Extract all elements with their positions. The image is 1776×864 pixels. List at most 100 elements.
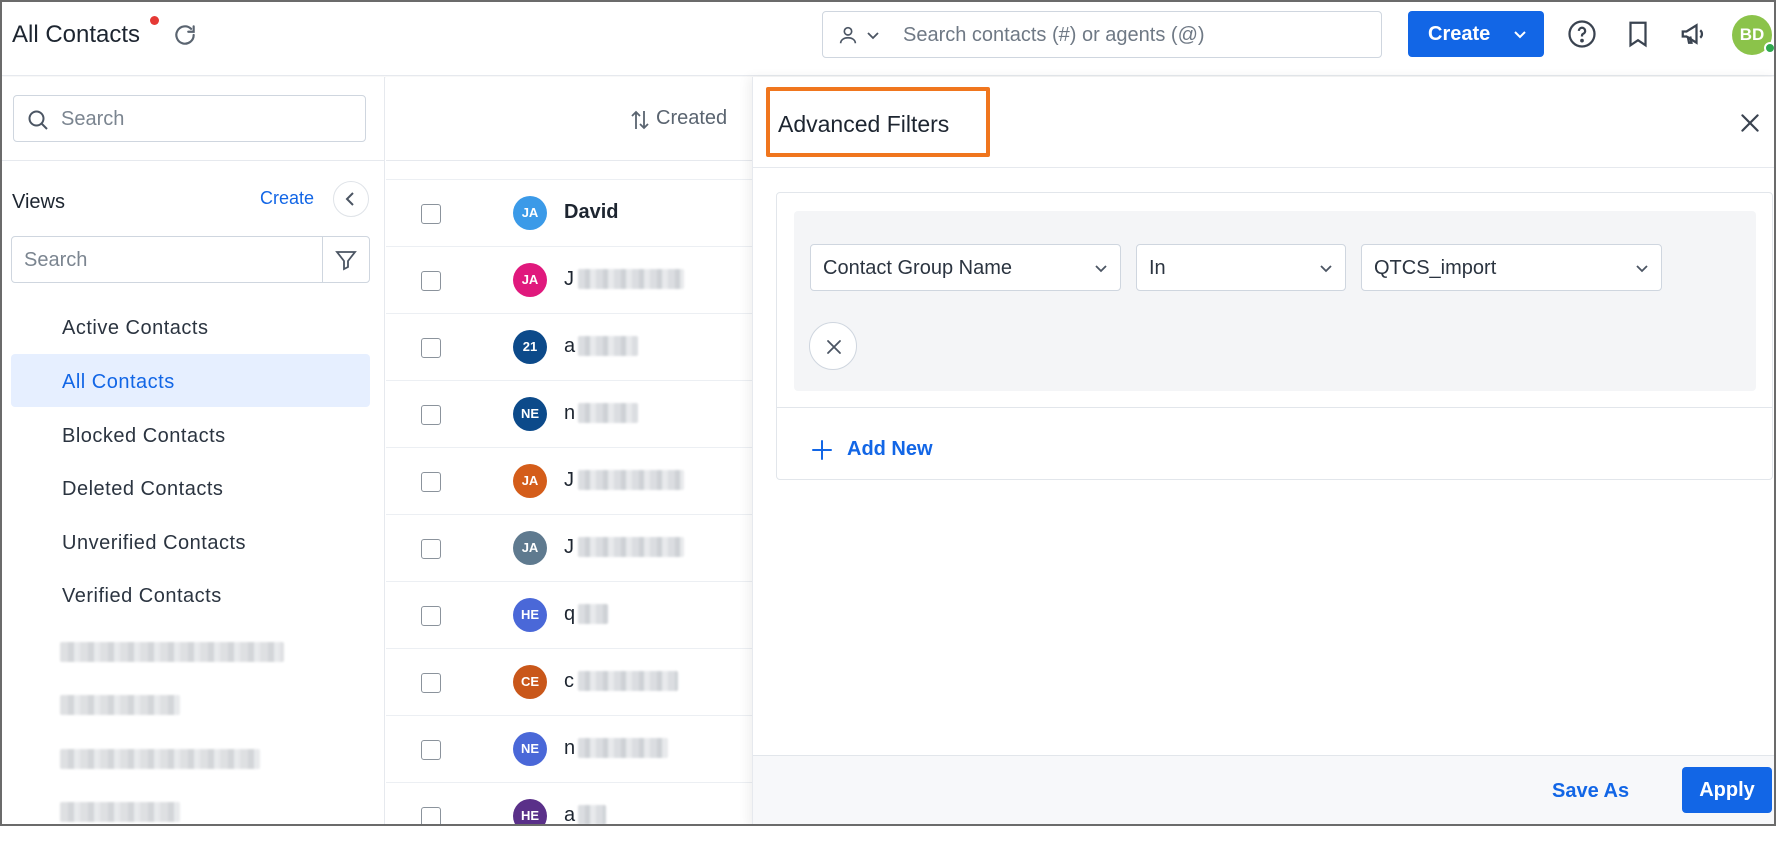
row-checkbox[interactable] xyxy=(421,673,441,693)
filter-value-text: QTCS_import xyxy=(1374,257,1497,279)
filter-operator-value: In xyxy=(1149,257,1166,279)
contact-row[interactable]: NE n xyxy=(386,380,752,447)
view-item-redacted[interactable] xyxy=(60,802,180,822)
contact-name[interactable]: a xyxy=(564,804,575,824)
contact-row[interactable]: JA J xyxy=(386,447,752,514)
contact-avatar: NE xyxy=(513,397,547,431)
row-checkbox[interactable] xyxy=(421,807,441,824)
contact-name[interactable]: J xyxy=(564,469,574,492)
row-checkbox[interactable] xyxy=(421,606,441,626)
view-item-redacted[interactable] xyxy=(60,695,180,715)
online-status-dot xyxy=(1764,42,1774,54)
row-checkbox[interactable] xyxy=(421,204,441,224)
contacts-list: Created JA David JA J 21 a NE n JA J JA … xyxy=(386,77,752,824)
create-button-label: Create xyxy=(1428,23,1491,45)
contact-name[interactable]: a xyxy=(564,335,575,358)
redacted-text xyxy=(578,738,668,758)
view-item-active-contacts[interactable]: Active Contacts xyxy=(62,317,208,340)
close-icon xyxy=(827,340,841,354)
search-icon xyxy=(28,110,48,130)
view-item-blocked-contacts[interactable]: Blocked Contacts xyxy=(62,425,226,448)
left-sidebar: Search Views Create Search Active Contac… xyxy=(2,77,385,824)
contact-row[interactable]: HE q xyxy=(386,581,752,648)
row-checkbox[interactable] xyxy=(421,539,441,559)
top-header: All Contacts Search contacts (#) or agen… xyxy=(2,2,1774,76)
notification-dot xyxy=(150,16,159,25)
contact-row[interactable]: JA David xyxy=(386,179,752,246)
contact-row[interactable]: NE n xyxy=(386,715,752,782)
divider xyxy=(322,237,323,282)
view-item-unverified-contacts[interactable]: Unverified Contacts xyxy=(62,532,246,555)
megaphone-icon[interactable] xyxy=(1679,19,1709,49)
contact-avatar: 21 xyxy=(513,330,547,364)
redacted-text xyxy=(578,403,638,423)
contact-avatar: JA xyxy=(513,263,547,297)
filter-operator-select[interactable]: In xyxy=(1136,244,1346,291)
redacted-text xyxy=(578,604,608,624)
remove-condition-button[interactable] xyxy=(809,322,857,370)
contact-name[interactable]: J xyxy=(564,268,574,291)
contact-row[interactable]: JA J xyxy=(386,246,752,313)
contacts-search-placeholder: Search xyxy=(61,108,125,130)
collapse-sidebar-button[interactable] xyxy=(333,181,369,217)
row-checkbox[interactable] xyxy=(421,338,441,358)
view-item-verified-contacts[interactable]: Verified Contacts xyxy=(62,585,222,608)
save-as-button[interactable]: Save As xyxy=(1552,780,1629,803)
page-title: All Contacts xyxy=(12,21,141,48)
contact-avatar: CE xyxy=(513,665,547,699)
contact-avatar: NE xyxy=(513,732,547,766)
contacts-search-input[interactable]: Search xyxy=(13,95,366,142)
create-button[interactable]: Create xyxy=(1408,11,1544,57)
global-search-placeholder: Search contacts (#) or agents (@) xyxy=(903,24,1205,46)
row-checkbox[interactable] xyxy=(421,740,441,760)
add-new-label: Add New xyxy=(847,438,933,460)
contact-name[interactable]: J xyxy=(564,536,574,559)
chevron-down-icon xyxy=(1095,265,1107,273)
sort-label: Created xyxy=(656,107,728,129)
filter-icon[interactable] xyxy=(334,248,358,272)
create-view-link[interactable]: Create xyxy=(260,188,314,209)
chevron-down-icon xyxy=(1514,31,1526,39)
refresh-icon[interactable] xyxy=(172,22,198,48)
bookmark-icon[interactable] xyxy=(1623,19,1653,49)
row-checkbox[interactable] xyxy=(421,271,441,291)
redacted-text xyxy=(578,269,684,289)
contact-name[interactable]: q xyxy=(564,603,575,626)
contact-name[interactable]: c xyxy=(564,670,574,693)
contact-name[interactable]: n xyxy=(564,737,575,760)
view-item-deleted-contacts[interactable]: Deleted Contacts xyxy=(62,478,223,501)
row-checkbox[interactable] xyxy=(421,405,441,425)
view-item-redacted[interactable] xyxy=(60,749,260,769)
contact-avatar: JA xyxy=(513,196,547,230)
contact-name[interactable]: David xyxy=(564,201,618,224)
view-item-redacted[interactable] xyxy=(60,642,284,662)
panel-footer: Save As Apply xyxy=(753,755,1774,824)
views-search-input[interactable]: Search xyxy=(11,236,370,283)
contact-avatar: HE xyxy=(513,799,547,824)
person-icon[interactable] xyxy=(837,24,859,46)
chevron-down-icon[interactable] xyxy=(865,27,881,43)
global-search-input[interactable]: Search contacts (#) or agents (@) xyxy=(822,11,1382,58)
contact-row[interactable]: JA J xyxy=(386,514,752,581)
view-item-all-contacts[interactable]: All Contacts xyxy=(62,371,175,394)
redacted-text xyxy=(578,336,638,356)
contact-avatar: JA xyxy=(513,531,547,565)
contact-row[interactable]: 21 a xyxy=(386,313,752,380)
filter-condition-group: Contact Group Name In QTCS_import xyxy=(794,211,1756,391)
divider xyxy=(753,167,1774,168)
filter-value-select[interactable]: QTCS_import xyxy=(1361,244,1662,291)
filter-field-select[interactable]: Contact Group Name xyxy=(810,244,1121,291)
row-checkbox[interactable] xyxy=(421,472,441,492)
help-icon[interactable] xyxy=(1567,19,1597,49)
redacted-text xyxy=(578,671,678,691)
contact-row[interactable]: CE c xyxy=(386,648,752,715)
divider xyxy=(777,407,1772,408)
contact-name[interactable]: n xyxy=(564,402,575,425)
redacted-text xyxy=(578,537,684,557)
contact-row[interactable]: HE a xyxy=(386,782,752,824)
panel-title: Advanced Filters xyxy=(778,111,950,137)
close-icon[interactable] xyxy=(1737,110,1763,136)
contact-avatar: HE xyxy=(513,598,547,632)
views-heading: Views xyxy=(12,191,65,213)
apply-button[interactable]: Apply xyxy=(1682,767,1772,813)
